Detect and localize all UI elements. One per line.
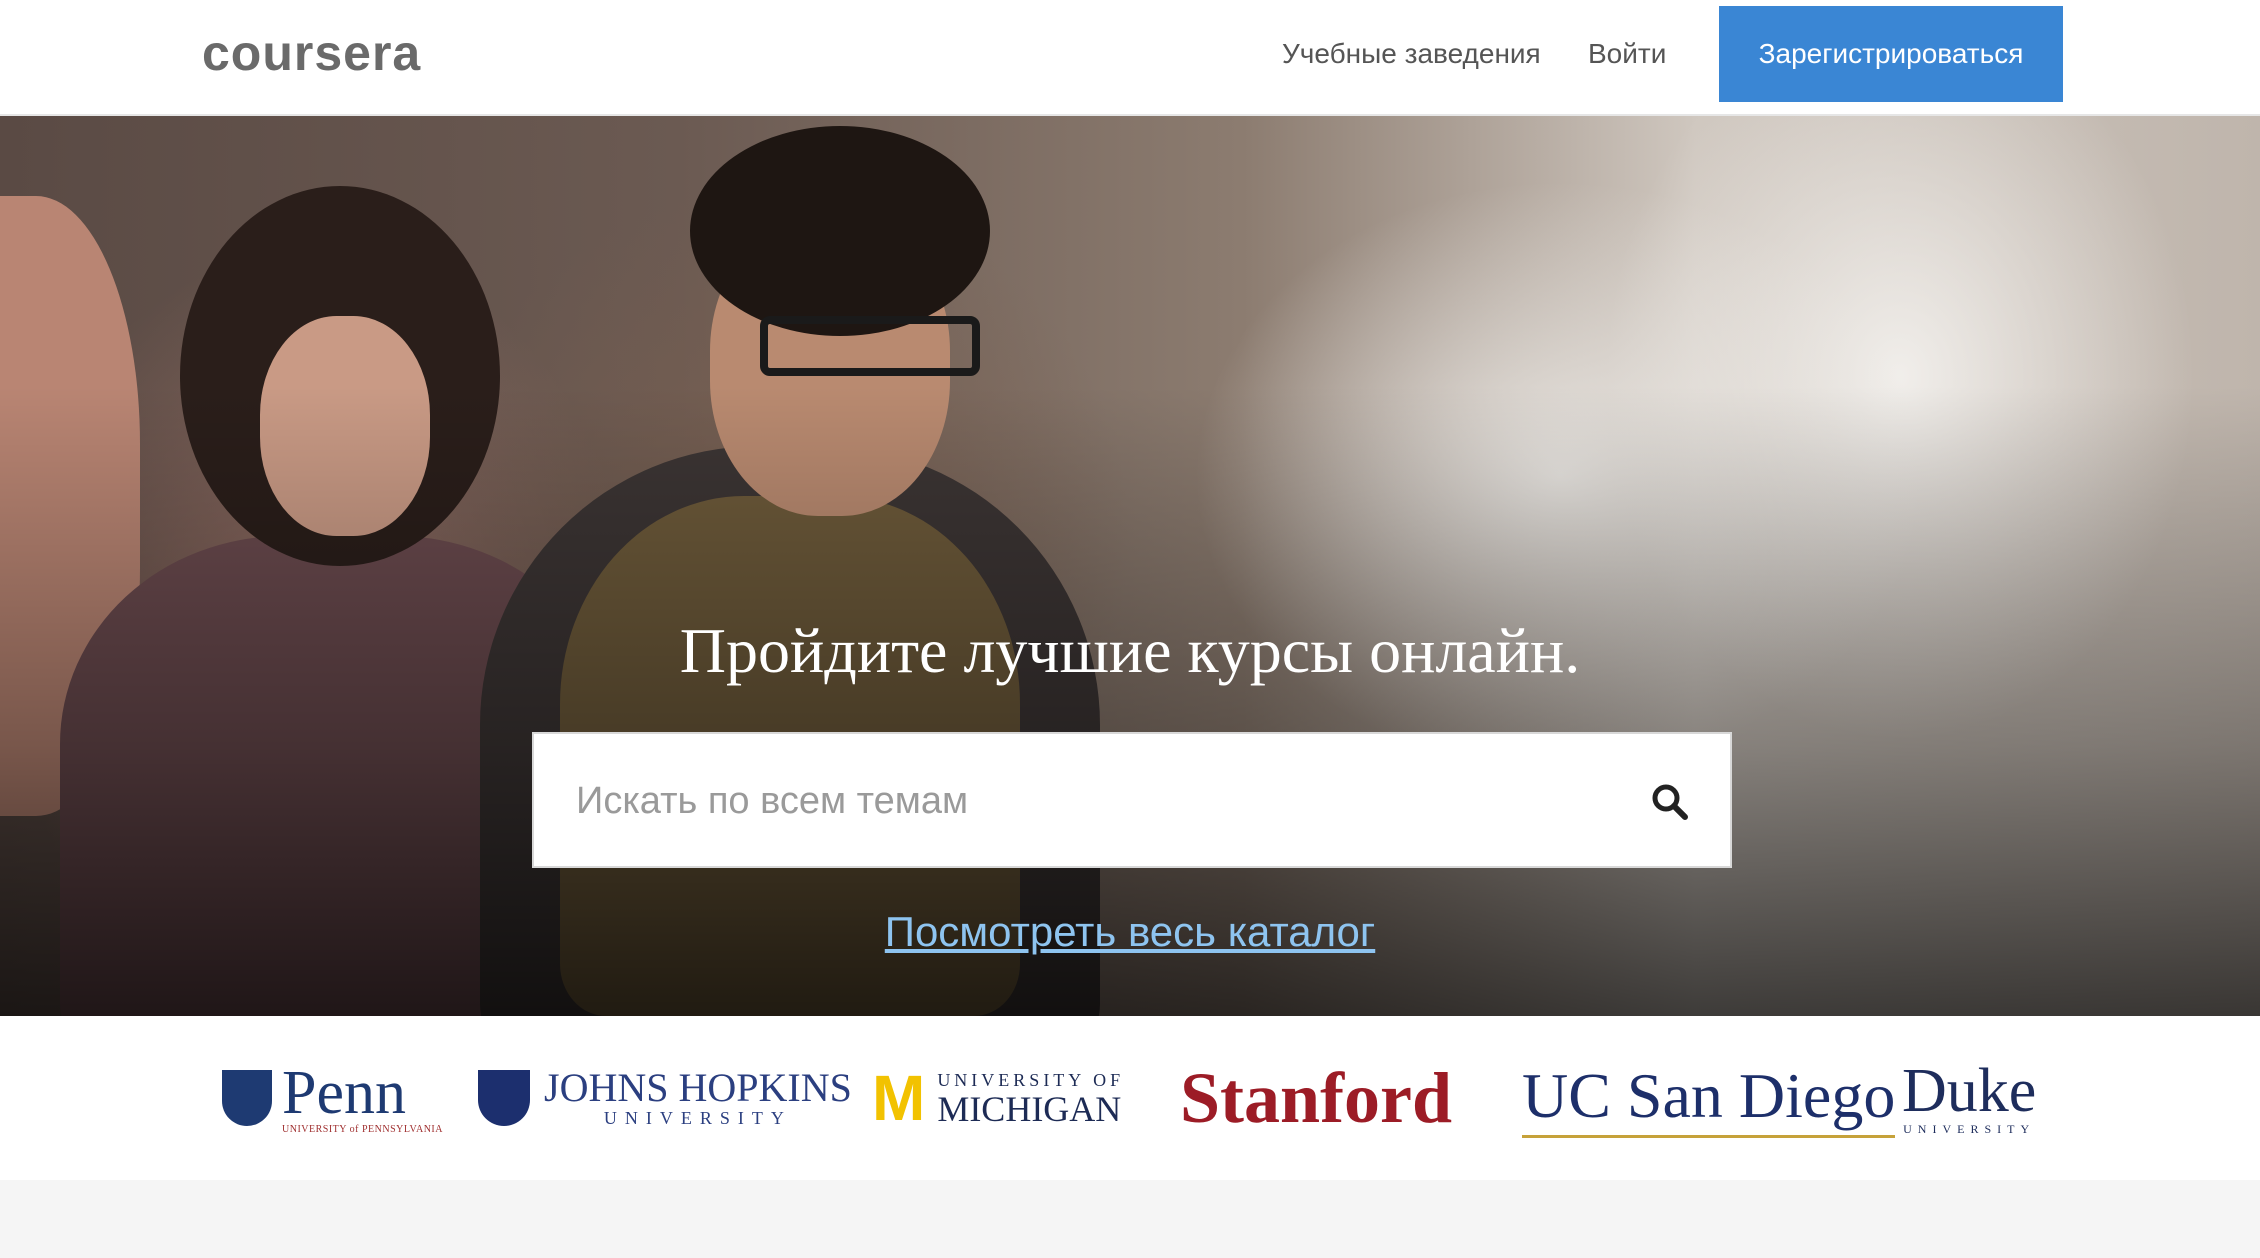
michigan-logo[interactable]: M UNIVERSITY OF MICHIGAN bbox=[872, 1016, 1124, 1180]
partner-logos: Penn UNIVERSITY of PENNSYLVANIA JOHNS HO… bbox=[0, 1016, 2260, 1180]
duke-subtitle: UNIVERSITY bbox=[1903, 1121, 2036, 1136]
hero-title: Пройдите лучшие курсы онлайн. bbox=[679, 615, 1581, 686]
search-icon[interactable] bbox=[1650, 782, 1690, 822]
nav-login-link[interactable]: Войти bbox=[1588, 38, 1666, 70]
nav-institutions-link[interactable]: Учебные заведения bbox=[1282, 38, 1541, 70]
ucsd-logo[interactable]: UC San Diego bbox=[1522, 1016, 1896, 1180]
top-header: coursera Учебные заведения Войти Зарегис… bbox=[0, 0, 2260, 116]
hero-banner: Пройдите лучшие курсы онлайн. Посмотреть… bbox=[0, 116, 2260, 1016]
search-box bbox=[532, 732, 1732, 868]
duke-name: Duke bbox=[1902, 1056, 2037, 1125]
ucsd-name: UC San Diego bbox=[1522, 1059, 1896, 1138]
view-catalog-link[interactable]: Посмотреть весь каталог bbox=[0, 908, 2260, 956]
coursera-logo[interactable]: coursera bbox=[202, 24, 421, 82]
jhu-shield-icon bbox=[478, 1070, 530, 1126]
michigan-name: MICHIGAN bbox=[937, 1088, 1122, 1129]
signup-button[interactable]: Зарегистрироваться bbox=[1719, 6, 2063, 102]
penn-name: Penn bbox=[282, 1058, 406, 1127]
penn-logo[interactable]: Penn UNIVERSITY of PENNSYLVANIA bbox=[222, 1016, 443, 1180]
jhu-subtitle: UNIVERSITY bbox=[603, 1107, 792, 1128]
hero-shade-overlay bbox=[0, 116, 2260, 1016]
penn-shield-icon bbox=[222, 1070, 272, 1126]
michigan-top: UNIVERSITY OF bbox=[937, 1069, 1125, 1090]
duke-logo[interactable]: Duke UNIVERSITY bbox=[1902, 1016, 2036, 1180]
stanford-name: Stanford bbox=[1180, 1057, 1453, 1138]
michigan-block-m-icon: M bbox=[872, 1062, 926, 1134]
stanford-logo[interactable]: Stanford bbox=[1180, 1016, 1452, 1180]
jhu-name: JOHNS HOPKINS bbox=[544, 1064, 852, 1110]
search-input[interactable] bbox=[574, 734, 1628, 868]
johns-hopkins-logo[interactable]: JOHNS HOPKINS UNIVERSITY bbox=[478, 1016, 852, 1180]
penn-subtitle: UNIVERSITY of PENNSYLVANIA bbox=[282, 1123, 443, 1135]
